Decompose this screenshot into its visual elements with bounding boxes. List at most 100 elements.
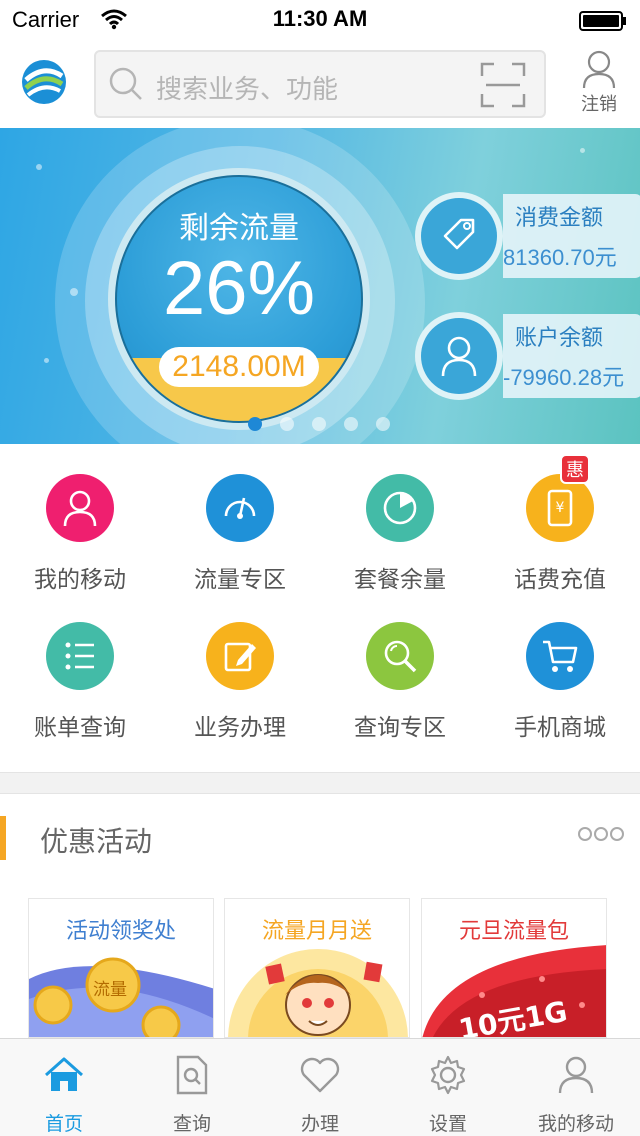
decor-dot [44,358,49,363]
tab-label: 首页 [44,1113,83,1135]
promo-card-title: 元旦流量包 [458,919,569,944]
scan-icon[interactable] [480,62,526,108]
spending-value: 81360.70元 [503,245,617,270]
decor-dot [36,164,42,170]
balance-label: 账户余额 [515,326,604,351]
grid-item-3[interactable]: 套餐余量 [320,456,480,604]
china-mobile-logo-icon[interactable] [20,58,68,106]
promo-card-newyear[interactable]: 元旦流量包 10元1G [421,898,607,1038]
top-header: 搜索业务、功能 注销 [0,40,640,128]
gauge-title: 剩余流量 [179,211,299,246]
gauge-percent: 26% [162,246,316,331]
spending-label: 消费金额 [515,206,604,231]
user-icon [558,1056,594,1094]
search-icon [109,67,142,100]
cart-icon-circle [526,622,594,690]
spending-card[interactable]: 消费金额 81360.70元 [415,192,640,280]
flow-banner-carousel[interactable]: 剩余流量 26% 2148.00M 消费金额 81360.70元 账户余额 -7… [0,128,640,444]
promo-card-monthly[interactable]: 流量月月送 [224,898,410,1038]
status-bar: Carrier 11:30 AM [0,0,640,40]
tab-2[interactable]: 查询 [128,1039,256,1136]
gauge-amount: 2148.00M [159,347,319,387]
spending-card-circle [415,192,503,280]
carousel-dot[interactable] [312,417,326,431]
grid-item-label: 业务办理 [194,715,286,741]
pie-timer-icon [383,491,417,525]
tag-icon [443,218,475,250]
svg-text:¥: ¥ [556,500,565,516]
carousel-dot[interactable] [248,417,262,431]
grid-item-2[interactable]: 流量专区 [160,456,320,604]
balance-value: -79960.28元 [503,365,625,390]
tab-3[interactable]: 办理 [256,1039,384,1136]
logout-button[interactable]: 注销 [574,50,624,120]
user-icon [63,490,97,527]
tab-label: 我的移动 [537,1113,614,1135]
grid-item-8[interactable]: 手机商城 [480,604,640,752]
search-placeholder: 搜索业务、功能 [156,75,339,105]
user-icon [582,50,616,89]
edit-icon-circle [206,622,274,690]
app-screen: Carrier 11:30 AM 搜索业务、功能 注销 剩余流量 26% 214… [0,0,640,1136]
tab-4[interactable]: 设置 [384,1039,512,1136]
promotions-title: 优惠活动 [40,825,153,858]
search-doc-icon [176,1055,208,1095]
section-accent-bar [0,816,6,860]
grid-item-1[interactable]: 我的移动 [0,456,160,604]
feature-grid: 我的移动 流量专区 套餐余量 ¥ 惠话费充值账单查询 业务办理 查询专区 手机商城 [0,444,640,772]
speedometer-icon [224,497,256,519]
speedometer-icon-circle [206,474,274,542]
balance-card[interactable]: 账户余额 -79960.28元 [415,312,640,400]
tab-label: 办理 [300,1113,339,1135]
promo-card-title: 流量月月送 [261,919,372,944]
logout-label: 注销 [581,94,617,115]
carousel-dot[interactable] [376,417,390,431]
grid-item-label: 套餐余量 [354,567,446,593]
home-icon [45,1057,83,1091]
decor-dot [580,148,585,153]
pie-timer-icon-circle [366,474,434,542]
grid-item-label: 账单查询 [34,715,126,741]
grid-item-label: 流量专区 [194,567,286,593]
heart-icon [300,1057,340,1093]
carousel-dot[interactable] [344,417,358,431]
tab-5[interactable]: 我的移动 [512,1039,640,1136]
carousel-page-indicator [248,416,408,432]
coin-label: 流量 [93,980,127,1000]
grid-item-6[interactable]: 业务办理 [160,604,320,752]
clock-time: 11:30 AM [272,6,368,31]
promo-card-title: 活动领奖处 [65,919,176,944]
grid-item-4[interactable]: ¥ 惠话费充值 [480,454,640,604]
edit-icon [224,642,256,672]
grid-item-label: 查询专区 [354,715,446,741]
tab-label: 设置 [428,1113,467,1135]
grid-item-7[interactable]: 查询专区 [320,604,480,752]
section-divider [0,772,640,794]
grid-item-5[interactable]: 账单查询 [0,604,160,752]
list-icon [65,642,94,670]
gear-icon [430,1055,466,1095]
discount-badge: 惠 [560,454,590,484]
more-dots-icon[interactable] [578,824,624,844]
carousel-dot[interactable] [280,417,294,431]
battery-icon [579,11,626,31]
promo-card-prize[interactable]: 活动领奖处 流量 [28,898,214,1038]
tab-label: 查询 [172,1113,211,1135]
grid-item-label: 话费充值 [514,567,606,593]
list-icon-circle [46,622,114,690]
grid-item-label: 我的移动 [34,567,126,593]
balance-card-circle [415,312,503,400]
grid-item-label: 手机商城 [514,715,606,741]
promotions-section: 优惠活动 活动领奖处 流量 流量月月送 元旦流量包 10元1G [0,794,640,1038]
phone-yuan-icon: ¥ [547,489,573,527]
cart-icon [543,640,578,672]
magnifier-icon [384,640,417,673]
cartoon-boy-illustration [228,949,408,1037]
user-icon-circle [46,474,114,542]
search-input[interactable]: 搜索业务、功能 [94,50,546,118]
user-icon [441,336,477,377]
remaining-data-gauge[interactable]: 剩余流量 26% 2148.00M [115,175,363,423]
phone-yuan-icon-circle: ¥ [526,474,594,542]
magnifier-icon-circle [366,622,434,690]
tab-1[interactable]: 首页 [0,1039,128,1136]
